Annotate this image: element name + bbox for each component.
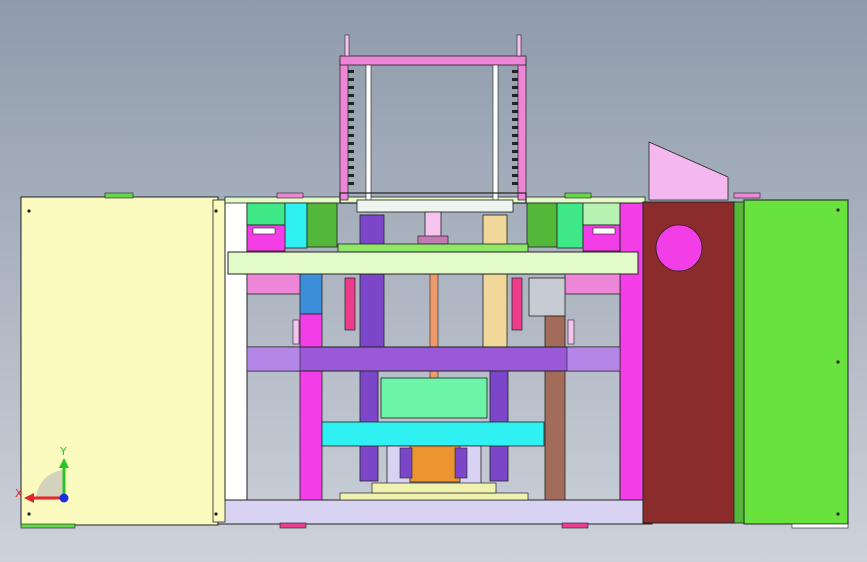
orange-motor [409,445,461,483]
rack-tooth [512,134,518,137]
brown-column [544,315,566,501]
upper-right-olive-block [526,202,558,248]
rack-tooth [512,166,518,169]
red-clamp-right [511,277,523,331]
motor-bracket-left [399,447,413,479]
top-tab-left [276,192,304,199]
elevator-carriage-inner [356,199,514,213]
rack-tooth [512,182,518,185]
rack-tooth [512,126,518,129]
right-housing-screw [836,360,840,364]
main-horizontal-rail [227,251,639,275]
rack-tooth [348,150,354,153]
elevator-top-beam [339,55,527,66]
cad-drawing [20,34,849,529]
upper-left-small-slot [252,227,276,235]
tan-riser-right [482,214,508,351]
rack-tooth [348,118,354,121]
rack-tooth [348,86,354,89]
rack-tooth [348,70,354,73]
mid-band-left [246,273,303,295]
center-frame-left-wall [224,199,248,501]
rack-tooth [512,110,518,113]
left-housing-top-tab [104,192,134,199]
right-housing-screw [836,208,840,212]
left-housing-panel [20,196,219,526]
rack-tooth [348,134,354,137]
rack-tooth [512,102,518,105]
rack-tooth [348,110,354,113]
base-step-top [371,482,497,494]
right-housing-edge [733,201,745,524]
left-housing-bottom-tab [20,523,76,529]
rack-tooth [512,174,518,177]
upper-right-small-slot [592,227,616,235]
purple-crossbar [246,346,621,372]
elevator-post-left [339,59,349,201]
spindle-base-plate [337,243,529,253]
elevator-post-right [517,59,527,201]
mid-band-right [564,273,621,295]
purple-riser-left [359,214,385,351]
small-bolt-right [567,319,575,345]
base-step [339,492,529,501]
upper-left-olive-block [306,202,338,248]
cyan-slab [321,421,545,447]
rack-tooth [348,78,354,81]
rack-tooth [348,94,354,97]
rack-tooth [512,70,518,73]
rack-tooth [512,142,518,145]
elevator-rack-left [348,70,354,185]
pink-hood [648,141,729,201]
left-housing-screw [214,512,218,516]
upper-left-cyan-block [284,202,308,249]
rack-tooth [512,78,518,81]
upper-left-green-block [246,202,286,226]
right-magenta-column [619,202,645,501]
rack-tooth [348,126,354,129]
steel-cylinder [528,277,566,317]
rack-tooth [512,118,518,121]
left-housing-edge [212,199,226,523]
rack-tooth [512,94,518,97]
blue-post-left [299,273,323,315]
upper-right-mint-block [582,202,622,226]
top-tab-far-right [733,192,761,199]
elevator-rack-right [512,70,518,185]
rack-tooth [348,102,354,105]
purple-crossbar-inset-left [246,346,301,372]
spindle-collar [417,235,449,245]
right-housing-screw [836,512,840,516]
left-housing-screw [214,209,218,213]
door-round-window [655,224,703,272]
elevator-guide-rod-right [492,64,499,201]
rack-tooth [348,174,354,177]
rack-tooth [512,150,518,153]
right-housing-bottom-tab [791,523,849,529]
mint-block [380,377,488,419]
rack-tooth [348,166,354,169]
base-foot-right [561,522,589,529]
rack-tooth [348,158,354,161]
elevator-bolt-right [516,34,522,57]
right-housing-panel [743,199,849,525]
left-housing-screw [27,512,31,516]
upper-right-cyan-block [556,202,584,249]
rack-tooth [348,142,354,145]
magenta-column-left [299,313,323,501]
top-tab-right [564,192,592,199]
rack-tooth [512,158,518,161]
rack-tooth [348,182,354,185]
rack-tooth [512,86,518,89]
small-bolt-left [292,319,300,345]
base-plate [215,499,653,525]
base-foot-left [279,522,307,529]
red-clamp-left [344,277,356,331]
purple-crossbar-inset-right [566,346,621,372]
left-housing-screw [27,209,31,213]
elevator-bolt-left [344,34,350,57]
elevator-guide-rod-left [365,64,372,201]
motor-bracket-right [454,447,468,479]
